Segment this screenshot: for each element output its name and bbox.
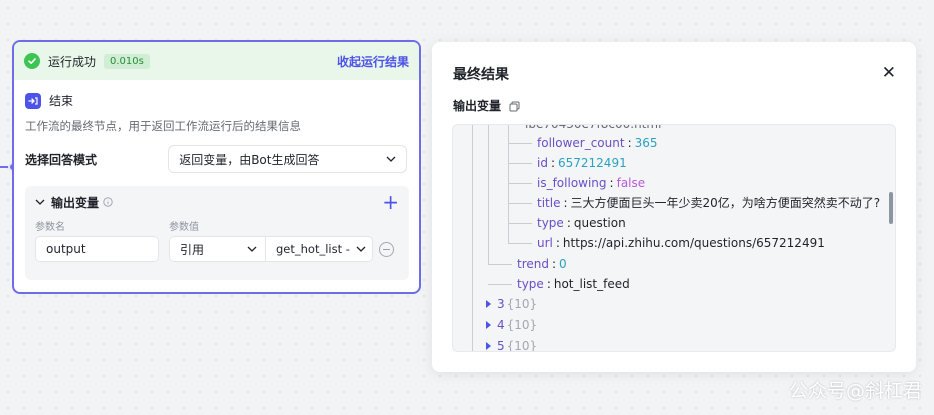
json-collapsed-item[interactable]: 5 {10} — [486, 337, 538, 352]
param-reference-select[interactable]: get_hot_list - — [265, 236, 373, 262]
param-name-column: 参数名 — [35, 222, 65, 233]
json-index: 4 — [497, 318, 505, 332]
expand-arrow-icon[interactable] — [486, 300, 491, 308]
run-time-badge: 0.010s — [104, 53, 150, 69]
param-name-input[interactable]: output — [35, 236, 159, 262]
json-index: 3 — [497, 297, 505, 311]
tree-elbow — [508, 243, 532, 244]
collapse-result-link[interactable]: 收起运行结果 — [337, 53, 409, 70]
copy-icon[interactable] — [509, 101, 520, 111]
param-row: output 引用 get_hot_list - − — [25, 236, 409, 262]
answer-mode-label: 选择回答模式 — [25, 152, 98, 167]
json-value: 三大方便面巨头一年少卖20亿，为啥方便面突然卖不动了? — [570, 196, 881, 210]
json-key: url — [537, 236, 553, 250]
run-result-header: 运行成功 0.010s 收起运行结果 — [14, 42, 419, 80]
json-key: title — [537, 196, 561, 210]
param-value-column: 参数值 — [169, 222, 199, 233]
chevron-down-icon — [386, 156, 396, 162]
tree-guide-line — [472, 125, 473, 351]
json-meta: {10} — [506, 339, 538, 352]
node-title: 结束 — [49, 94, 74, 108]
param-type-value: 引用 — [180, 242, 205, 257]
json-value: 657212491 — [558, 156, 627, 170]
tree-guide-line — [488, 125, 489, 265]
answer-mode-select[interactable]: 返回变量，由Bot生成回答 — [168, 145, 407, 173]
json-value: 365 — [634, 136, 658, 150]
info-icon[interactable] — [103, 197, 113, 207]
json-key: type — [517, 277, 544, 291]
json-value: hot_list_feed — [553, 277, 630, 291]
json-line: follower_count:365 — [537, 136, 658, 150]
tree-elbow — [508, 223, 532, 224]
json-value: https://api.zhihu.com/questions/65721249… — [562, 236, 825, 250]
json-meta: {10} — [506, 318, 538, 332]
json-line: is_following: false — [537, 176, 646, 190]
json-value: question — [573, 216, 626, 230]
chevron-down-icon — [247, 246, 257, 252]
tree-elbow — [488, 264, 512, 265]
json-viewer[interactable]: lbe70430e7f8c00.html follower_count:365 … — [452, 124, 896, 352]
json-line-clipped: lbe70430e7f8c00.html — [525, 124, 662, 131]
json-value: 0 — [559, 257, 567, 271]
final-result-panel: 最终结果 ✕ 输出变量 lbe70430e7f8c00.html followe… — [432, 42, 916, 372]
json-value: false — [616, 176, 646, 190]
node-description: 工作流的最终节点，用于返回工作流运行后的结果信息 — [25, 119, 301, 133]
json-index: 5 — [497, 339, 505, 352]
json-line: url: https://api.zhihu.com/questions/6572… — [537, 236, 825, 250]
chevron-down-icon — [356, 246, 366, 252]
json-line: id:657212491 — [537, 156, 627, 170]
tree-elbow — [508, 163, 532, 164]
collapse-chevron-icon[interactable] — [35, 199, 45, 205]
end-node-icon — [25, 92, 41, 109]
json-key: trend — [517, 257, 549, 271]
watermark: 公众号@斜杠君 — [788, 380, 922, 402]
close-icon[interactable]: ✕ — [882, 63, 896, 83]
param-type-select[interactable]: 引用 — [169, 236, 265, 262]
json-line: type: hot_list_feed — [517, 277, 630, 291]
expand-arrow-icon[interactable] — [486, 342, 491, 350]
tree-elbow — [488, 284, 512, 285]
output-section-title: 输出变量 — [51, 195, 100, 210]
json-meta: {10} — [506, 297, 538, 311]
success-check-icon — [24, 53, 40, 69]
output-variables-panel: 输出变量 + 参数名 参数值 output 引用 get_hot_list - … — [25, 186, 409, 280]
tree-elbow — [508, 143, 532, 144]
end-node-card[interactable]: 运行成功 0.010s 收起运行结果 结束 工作流的最终节点，用于返回工作流运行… — [12, 40, 421, 294]
json-line: trend:0 — [517, 257, 567, 271]
result-title: 最终结果 — [453, 67, 509, 83]
json-key: id — [537, 156, 548, 170]
json-line: title: 三大方便面巨头一年少卖20亿，为啥方便面突然卖不动了? — [537, 196, 881, 210]
scrollbar-thumb[interactable] — [889, 192, 893, 224]
json-key: is_following — [537, 176, 607, 190]
json-key: follower_count — [537, 136, 625, 150]
json-collapsed-item[interactable]: 3 {10} — [486, 295, 537, 313]
add-variable-button[interactable]: + — [382, 192, 399, 212]
run-status-text: 运行成功 — [48, 54, 97, 69]
json-collapsed-item[interactable]: 4 {10} — [486, 316, 537, 334]
remove-variable-button[interactable]: − — [379, 241, 394, 257]
tree-elbow — [508, 203, 532, 204]
param-reference-value: get_hot_list - — [276, 242, 350, 256]
tree-elbow — [508, 183, 532, 184]
output-variable-label: 输出变量 — [453, 99, 502, 113]
answer-mode-value: 返回变量，由Bot生成回答 — [179, 152, 320, 167]
json-line: type: question — [537, 216, 626, 230]
expand-arrow-icon[interactable] — [486, 321, 491, 329]
json-key: type — [537, 216, 564, 230]
